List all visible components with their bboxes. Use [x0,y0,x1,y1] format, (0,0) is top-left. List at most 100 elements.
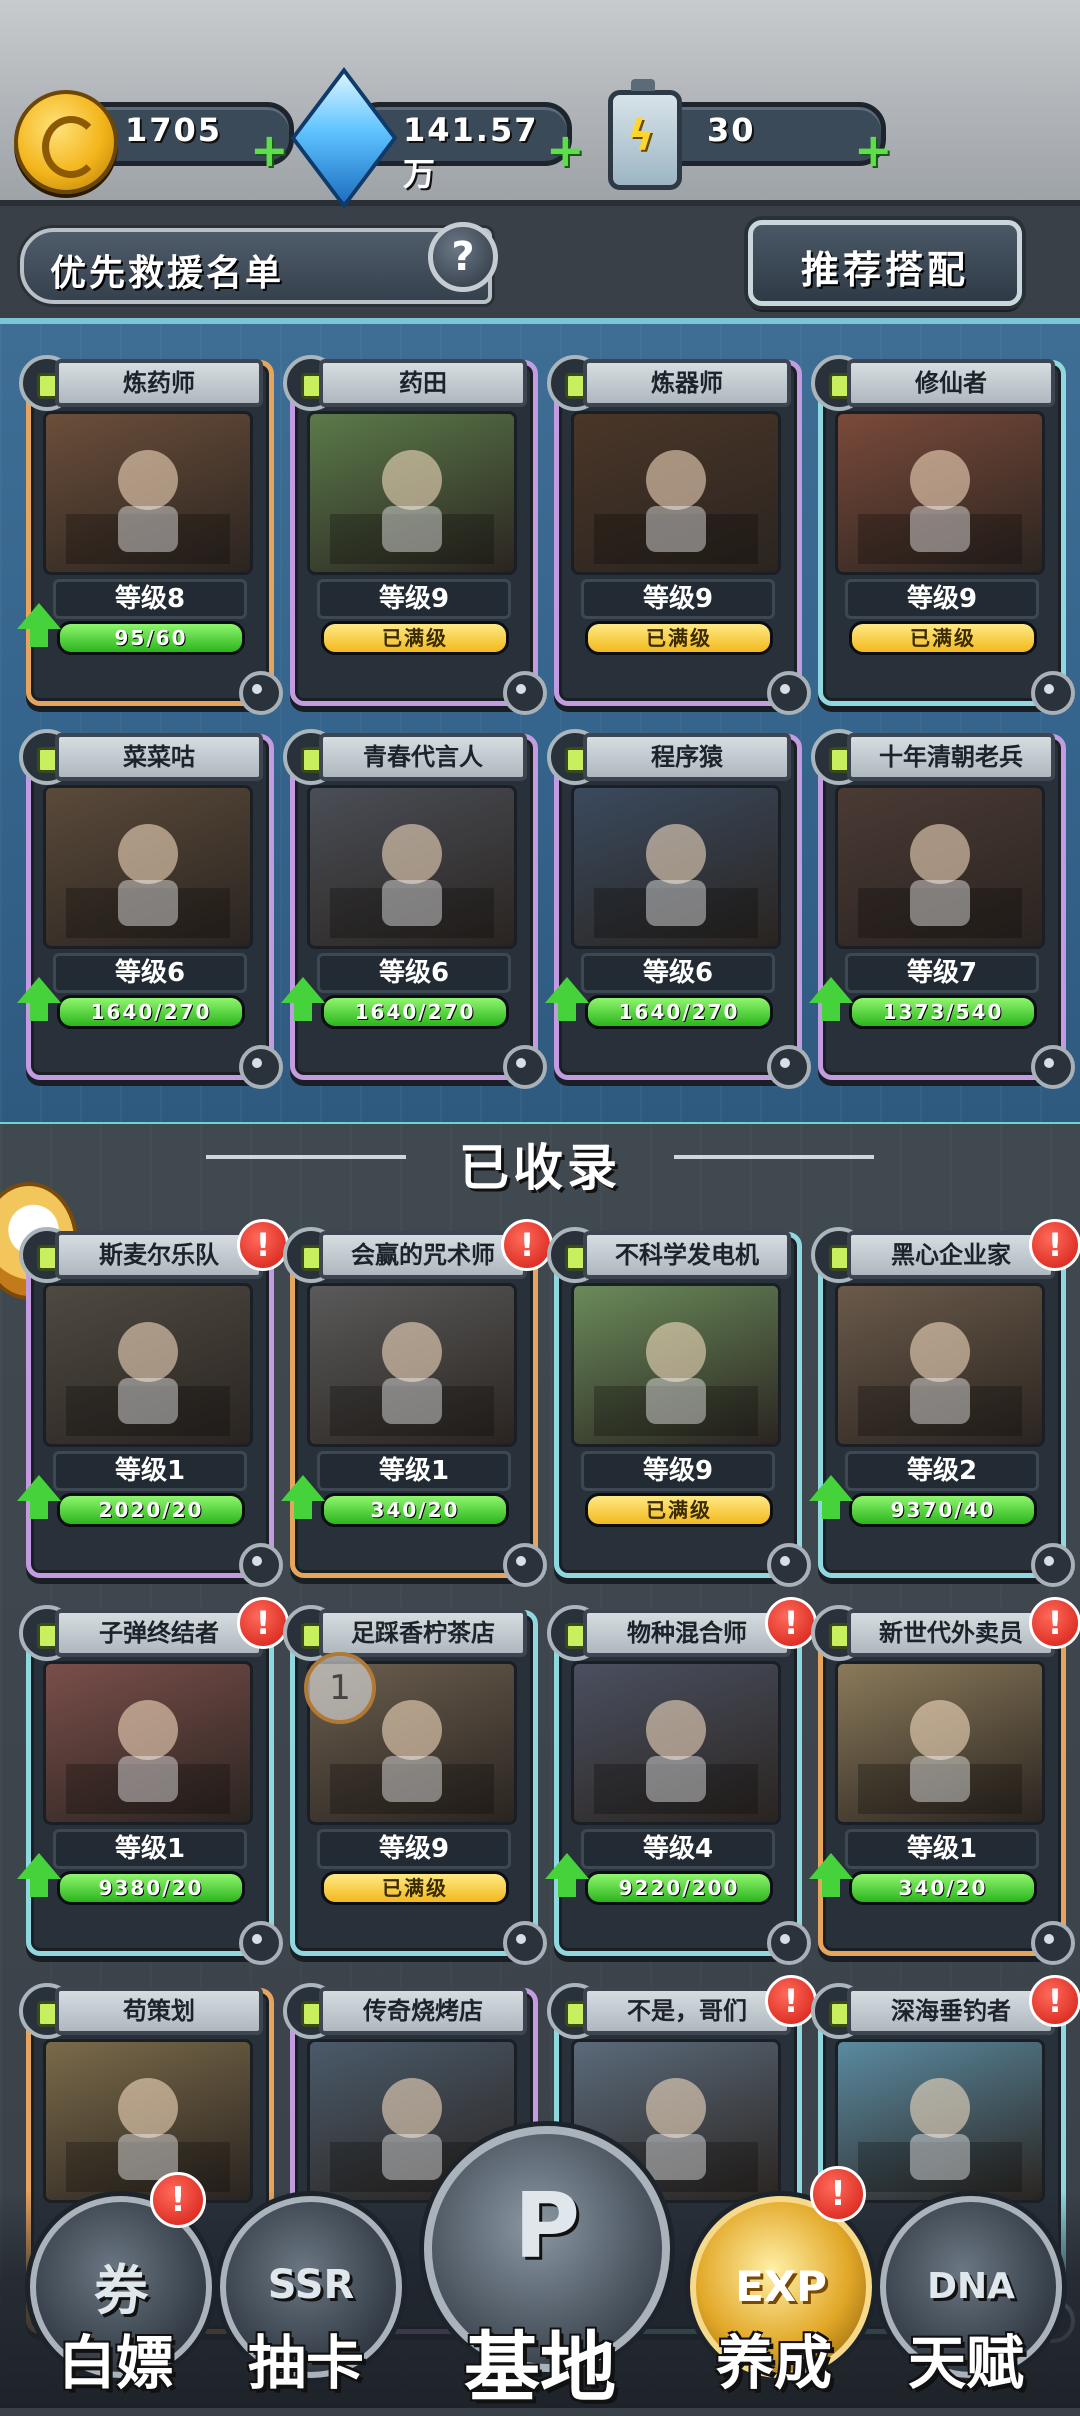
add-gems-button[interactable]: + [546,127,585,173]
nav-free-label: 白嫖 [57,2329,174,2397]
nav-develop-label: 养成 [715,2329,832,2397]
character-card[interactable]: 子弹终结者 等级1 9380/20! [17,1597,289,1965]
character-card[interactable]: 不科学发电机 等级9 已满级 [547,1227,811,1587]
card-corner-icon [239,671,283,715]
card-level: 等级6 [53,953,247,993]
character-portrait [307,785,517,949]
help-button[interactable]: ? [428,222,498,292]
add-energy-button[interactable]: + [854,127,893,173]
card-name: 足踩香柠茶店 [319,1609,527,1657]
card-progress-text: 9220/200 [618,1876,740,1900]
card-progress-bar: 9380/20 [57,1871,245,1905]
upgrade-arrow-icon [17,1853,61,1897]
card-progress-text: 2020/20 [98,1498,204,1522]
card-name: 炼器师 [583,359,791,407]
card-level: 等级4 [581,1829,775,1869]
card-progress-bar: 1640/270 [585,995,773,1029]
nav-develop-alert: ! [810,2166,866,2222]
card-progress-text: 1640/270 [618,1000,740,1024]
card-level: 等级9 [581,1451,775,1491]
card-name: 斯麦尔乐队 [55,1231,263,1279]
card-corner-icon [239,1543,283,1587]
card-level: 等级9 [845,579,1039,619]
card-progress-bar: 已满级 [585,621,773,655]
exp-icon: EXP [735,2262,827,2311]
card-corner-icon [503,1543,547,1587]
card-corner-icon [1031,1921,1075,1965]
character-card[interactable]: 黑心企业家等级2 9370/40! [809,1219,1080,1587]
card-level: 等级1 [317,1451,511,1491]
top-header: 1705 + 141.57万 + 30 ϟ + [0,0,1080,209]
gold-coin-icon [14,90,118,194]
card-level: 等级2 [845,1451,1039,1491]
character-card[interactable]: 炼器师等级9 已满级 [547,355,811,715]
character-card[interactable]: 修仙者等级9 已满级 [811,355,1075,715]
recommend-lineup-button[interactable]: 推荐搭配 [748,220,1022,306]
character-card[interactable]: 斯麦尔乐队 等级1 2020/20! [17,1219,289,1587]
card-corner-icon [767,1921,811,1965]
character-card[interactable]: 新世代外卖员 等级1 340/20! [809,1597,1080,1965]
card-progress-bar: 已满级 [321,1871,509,1905]
character-card[interactable]: 物种混合师 等级4 9220/200! [545,1597,817,1965]
gem-amount: 141.57万 [403,111,539,193]
character-portrait [571,1283,781,1447]
ssr-icon: SSR [267,2262,355,2308]
add-gold-button[interactable]: + [250,127,289,173]
character-card[interactable]: 会赢的咒术师 等级1 340/20! [281,1219,553,1587]
upgrade-arrow-icon [17,603,61,647]
card-name: 传奇烧烤店 [319,1987,527,2035]
card-progress-bar: 已满级 [849,621,1037,655]
card-level: 等级9 [317,1829,511,1869]
upgrade-arrow-icon [17,1475,61,1519]
card-level: 等级9 [581,579,775,619]
card-progress-bar: 9370/40 [849,1493,1037,1527]
recommend-label: 推荐搭配 [800,248,969,292]
character-card[interactable]: 药田 等级9 已满级 [283,355,547,715]
card-progress-bar: 340/20 [849,1871,1037,1905]
character-portrait [835,1283,1045,1447]
character-portrait [43,1661,253,1825]
rescue-list-tab[interactable]: 优先救援名单 [20,228,492,304]
pin-number-badge: 1 [304,1652,376,1724]
nav-gacha-label: 抽卡 [247,2329,364,2397]
nav-free-alert: ! [150,2172,206,2228]
character-card[interactable]: 程序猿等级6 1640/270 [545,729,811,1089]
card-progress-bar: 9220/200 [585,1871,773,1905]
upgrade-arrow-icon [17,977,61,1021]
card-name: 程序猿 [583,733,791,781]
card-corner-icon [767,1543,811,1587]
character-card[interactable]: 青春代言人 等级6 1640/270 [281,729,547,1089]
card-level: 等级6 [581,953,775,993]
card-name: 苟策划 [55,1987,263,2035]
upgrade-arrow-icon [809,1475,853,1519]
card-name: 会赢的咒术师 [319,1231,527,1279]
card-corner-icon [503,1921,547,1965]
card-name: 菜菜咕 [55,733,263,781]
card-corner-icon [1031,1543,1075,1587]
energy-amount: 30 [707,111,756,149]
card-progress-bar: 2020/20 [57,1493,245,1527]
card-corner-icon [503,1045,547,1089]
card-progress-bar: 已满级 [585,1493,773,1527]
card-progress-bar: 340/20 [321,1493,509,1527]
alert-icon: ! [1029,1219,1080,1271]
battery-icon: ϟ [608,79,682,190]
energy-bar: 30 [650,102,886,166]
character-portrait [835,2039,1045,2203]
upgrade-arrow-icon [281,977,325,1021]
card-level: 等级6 [317,953,511,993]
character-portrait [835,411,1045,575]
gold-amount: 1705 [125,111,223,149]
character-portrait [571,1661,781,1825]
character-card[interactable]: 炼药师 等级8 95/60 [17,355,283,715]
card-level: 等级9 [317,579,511,619]
card-name: 子弹终结者 [55,1609,263,1657]
character-card[interactable]: 菜菜咕 等级6 1640/270 [17,729,283,1089]
card-progress-bar: 1373/540 [849,995,1037,1029]
card-corner-icon [767,671,811,715]
card-progress-bar: 1640/270 [321,995,509,1029]
card-name: 修仙者 [847,359,1055,407]
character-card[interactable]: 十年清朝老兵 等级7 1373/540 [809,729,1075,1089]
card-level: 等级8 [53,579,247,619]
card-name: 黑心企业家 [847,1231,1055,1279]
